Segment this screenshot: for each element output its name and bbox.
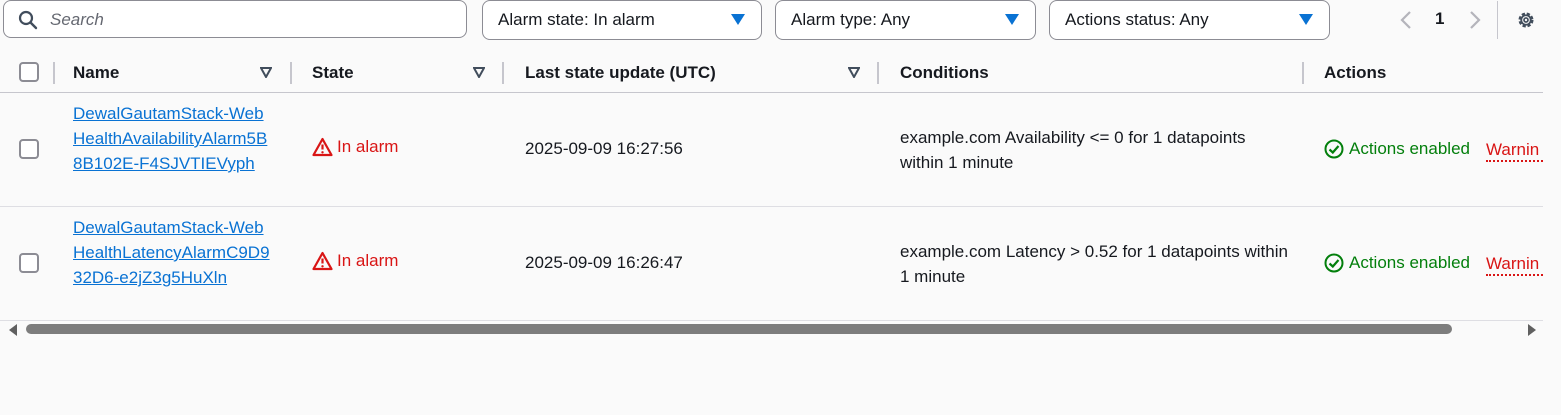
- actions-status-label: Actions enabled: [1349, 139, 1470, 158]
- alarm-name-link[interactable]: DewalGautamStack-WebHealthAvailabilityAl…: [73, 101, 273, 176]
- actions-status-cell: Actions enabled: [1324, 253, 1470, 273]
- column-separator: [53, 62, 55, 84]
- warning-triangle-icon: [312, 251, 333, 271]
- warning-link[interactable]: Warnin: [1486, 140, 1543, 162]
- row-checkbox[interactable]: [19, 139, 39, 159]
- column-header-actions: Actions: [1324, 63, 1387, 82]
- table-row: DewalGautamStack-WebHealthAvailabilityAl…: [0, 93, 1543, 207]
- warning-triangle-icon: [312, 137, 333, 157]
- state-cell: In alarm: [312, 251, 398, 271]
- search-icon: [18, 10, 38, 30]
- alarms-table: Name State Last state update (UTC) Condi…: [0, 52, 1543, 321]
- alarm-name-link[interactable]: DewalGautamStack-WebHealthLatencyAlarmC9…: [73, 215, 273, 290]
- condition-text: example.com Latency > 0.52 for 1 datapoi…: [900, 242, 1288, 286]
- next-page-button[interactable]: [1468, 9, 1482, 31]
- row-checkbox[interactable]: [19, 253, 39, 273]
- actions-status-label: Actions enabled: [1349, 253, 1470, 272]
- sort-icon[interactable]: [473, 67, 485, 78]
- actions-status-filter-label: Actions status: Any: [1065, 10, 1209, 29]
- previous-page-button[interactable]: [1399, 9, 1413, 31]
- alarm-type-filter[interactable]: Alarm type: Any: [775, 0, 1036, 40]
- column-separator[interactable]: [877, 62, 879, 84]
- scroll-left-arrow[interactable]: [8, 324, 18, 336]
- current-page-number[interactable]: 1: [1435, 9, 1444, 29]
- toolbar-divider: [1497, 1, 1498, 39]
- actions-status-filter[interactable]: Actions status: Any: [1049, 0, 1330, 40]
- column-header-state[interactable]: State: [312, 63, 354, 83]
- search-box[interactable]: [3, 0, 467, 38]
- check-circle-icon: [1324, 139, 1344, 159]
- caret-down-icon: [1005, 14, 1019, 25]
- column-header-last-update[interactable]: Last state update (UTC): [525, 63, 716, 83]
- table-header: Name State Last state update (UTC) Condi…: [0, 52, 1543, 93]
- gear-icon[interactable]: [1515, 9, 1537, 31]
- state-label: In alarm: [337, 137, 399, 156]
- actions-status-cell: Actions enabled: [1324, 139, 1470, 159]
- state-label: In alarm: [337, 251, 399, 270]
- table-toolbar: Alarm state: In alarm Alarm type: Any Ac…: [0, 0, 1561, 42]
- caret-down-icon: [731, 14, 745, 25]
- warning-link[interactable]: Warnin: [1486, 254, 1543, 276]
- check-circle-icon: [1324, 253, 1344, 273]
- horizontal-scrollbar-thumb[interactable]: [26, 324, 1452, 334]
- alarm-state-filter[interactable]: Alarm state: In alarm: [482, 0, 762, 40]
- column-separator[interactable]: [1302, 62, 1304, 84]
- last-update-value: 2025-09-09 16:26:47: [525, 253, 683, 272]
- state-cell: In alarm: [312, 137, 398, 157]
- column-separator[interactable]: [502, 62, 504, 84]
- column-header-conditions: Conditions: [900, 63, 989, 82]
- select-all-checkbox[interactable]: [19, 62, 39, 82]
- caret-down-icon: [1299, 14, 1313, 25]
- condition-text: example.com Availability <= 0 for 1 data…: [900, 128, 1246, 172]
- scroll-right-arrow[interactable]: [1527, 324, 1537, 336]
- search-input[interactable]: [48, 8, 452, 32]
- table-row: DewalGautamStack-WebHealthLatencyAlarmC9…: [0, 207, 1543, 321]
- last-update-value: 2025-09-09 16:27:56: [525, 139, 683, 158]
- alarm-type-filter-label: Alarm type: Any: [791, 10, 911, 29]
- alarm-state-filter-label: Alarm state: In alarm: [498, 10, 655, 29]
- column-header-name[interactable]: Name: [73, 63, 119, 83]
- column-separator[interactable]: [290, 62, 292, 84]
- sort-icon[interactable]: [260, 67, 272, 78]
- sort-icon[interactable]: [848, 67, 860, 78]
